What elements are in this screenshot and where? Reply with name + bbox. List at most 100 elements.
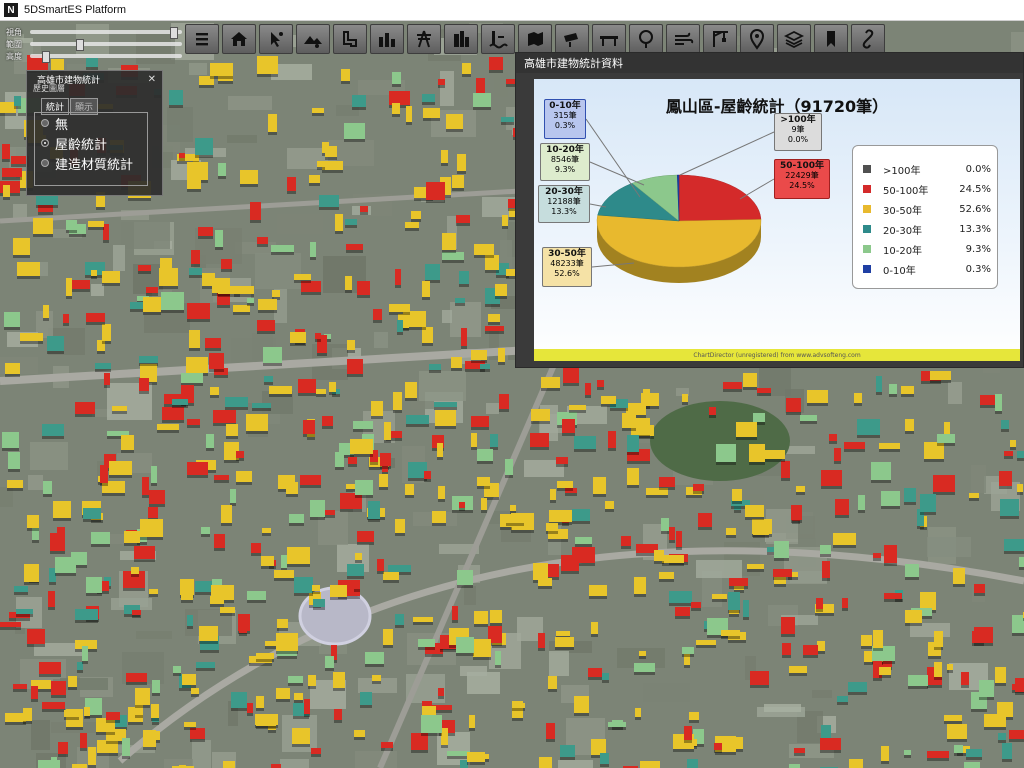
building-block	[998, 733, 1006, 740]
building-block	[344, 123, 365, 139]
building-shadow	[835, 515, 849, 518]
building-shadow	[383, 580, 399, 583]
legend-item: 30-50年 52.6%	[863, 202, 991, 217]
building-shadow	[261, 566, 274, 569]
building-shadow	[149, 504, 165, 507]
building-shadow	[300, 485, 321, 488]
building-shadow	[442, 260, 464, 263]
slider-track[interactable]	[30, 51, 182, 63]
radio-button[interactable]	[41, 159, 49, 167]
building-stats-button[interactable]	[370, 24, 404, 54]
map-terrain-patch	[189, 63, 207, 75]
slider-height[interactable]: 高度	[6, 50, 182, 63]
wind-button[interactable]	[666, 24, 700, 54]
building-block	[213, 410, 236, 423]
slider-view-angle[interactable]: 視角	[6, 26, 182, 39]
building-shadow	[774, 584, 786, 587]
building-shadow	[432, 523, 446, 526]
building-block	[257, 237, 268, 244]
building-shadow	[686, 495, 702, 498]
building-shadow	[506, 523, 524, 526]
power-tower-button[interactable]	[407, 24, 441, 54]
map-pin-button[interactable]	[740, 24, 774, 54]
building-shadow	[249, 663, 272, 666]
building-block	[446, 114, 463, 129]
building-block	[477, 477, 490, 486]
water-level-button[interactable]	[481, 24, 515, 54]
home-button[interactable]	[222, 24, 256, 54]
bridge-button[interactable]	[592, 24, 626, 54]
building-block	[316, 389, 326, 394]
chart-footer: ChartDirector (unregistered) from www.ad…	[534, 349, 1020, 361]
building-block	[397, 320, 403, 332]
callout-percent: 24.5%	[789, 181, 815, 190]
slider-track[interactable]	[30, 27, 182, 39]
building-shadow	[1015, 692, 1024, 695]
pipe-button[interactable]	[333, 24, 367, 54]
building-block	[743, 373, 757, 387]
building-shadow	[721, 636, 740, 639]
building-block	[563, 368, 579, 383]
building-block	[481, 498, 487, 510]
building-shadow	[489, 70, 503, 73]
radio-button-selected[interactable]	[41, 139, 49, 147]
building-shadow	[264, 382, 273, 385]
building-shadow	[501, 122, 514, 125]
building-block	[698, 513, 712, 527]
building-block	[934, 631, 943, 647]
radio-button[interactable]	[41, 119, 49, 127]
crane-construction-button[interactable]	[703, 24, 737, 54]
bookmark-button[interactable]	[814, 24, 848, 54]
building-shadow	[905, 431, 914, 434]
building-block	[469, 715, 475, 728]
building-block	[561, 555, 579, 571]
building-block	[789, 764, 800, 768]
slider-handle[interactable]	[42, 51, 51, 63]
building-shadow	[512, 718, 523, 721]
building-block	[782, 643, 791, 655]
building-block	[844, 442, 865, 449]
slider-range[interactable]: 範圍	[6, 38, 182, 51]
map-terrain-patch	[812, 690, 832, 698]
building-block	[689, 712, 699, 720]
menu-button[interactable]	[185, 24, 219, 54]
link-button[interactable]	[851, 24, 885, 54]
building-shadow	[91, 276, 97, 279]
legend-item: 0-10年 0.3%	[863, 262, 991, 277]
option-material[interactable]: 建造材質統計	[35, 153, 147, 173]
building-shadow	[348, 464, 357, 467]
city-buildings-button[interactable]	[444, 24, 478, 54]
select-pointer-button[interactable]	[259, 24, 293, 54]
option-building-age[interactable]: 屋齡統計	[35, 133, 147, 153]
building-shadow	[96, 207, 105, 210]
cctv-camera-button[interactable]	[555, 24, 589, 54]
building-shadow	[214, 480, 229, 483]
building-block	[934, 662, 942, 677]
building-shadow	[774, 558, 789, 561]
building-block	[676, 531, 682, 547]
building-shadow	[627, 452, 639, 455]
building-shadow	[676, 547, 682, 550]
building-shadow	[873, 678, 882, 681]
building-block	[187, 462, 208, 475]
map-layers-button[interactable]	[518, 24, 552, 54]
slider-track[interactable]	[30, 39, 182, 51]
stats-option-group: 無 屋齡統計 建造材質統計	[34, 112, 148, 186]
map-terrain-patch	[228, 96, 272, 110]
layers-stack-button[interactable]	[777, 24, 811, 54]
building-shadow	[597, 387, 604, 390]
building-block	[2, 144, 10, 159]
terrain-vehicle-button[interactable]	[296, 24, 330, 54]
map-terrain-patch	[549, 651, 569, 676]
building-block	[126, 673, 147, 682]
tree-button[interactable]	[629, 24, 663, 54]
building-shadow	[608, 448, 616, 451]
option-none[interactable]: 無	[35, 113, 147, 133]
building-shadow	[750, 685, 769, 688]
building-shadow	[456, 653, 474, 656]
building-shadow	[14, 592, 28, 595]
building-shadow	[815, 613, 834, 616]
building-shadow	[669, 603, 692, 606]
building-block	[842, 598, 848, 608]
close-icon[interactable]: ✕	[148, 74, 156, 85]
